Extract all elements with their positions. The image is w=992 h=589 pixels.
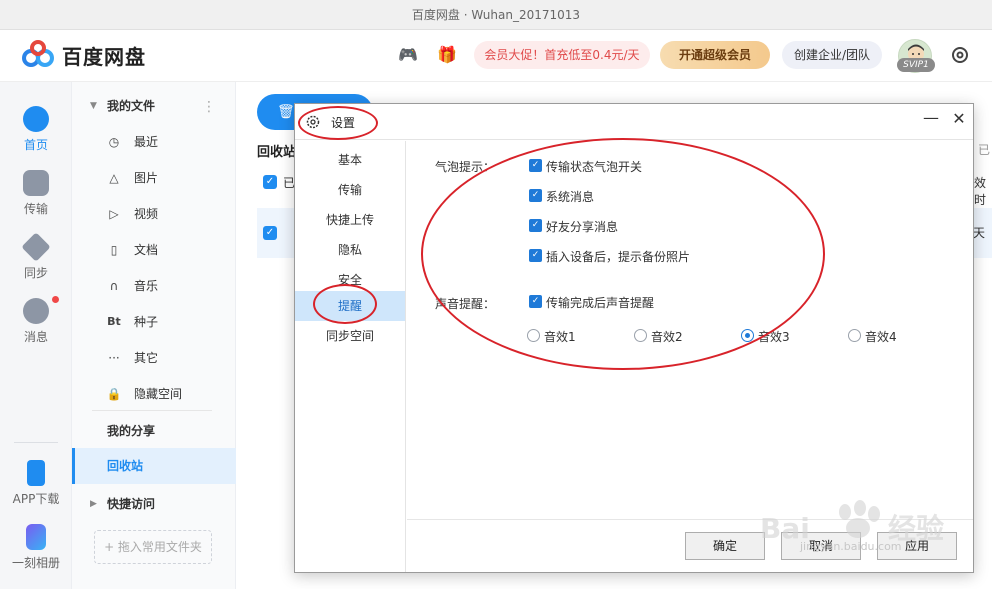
headphone-icon: ∩ [109, 279, 119, 293]
tree-item-hidden-space[interactable]: 🔒 隐藏空间 [72, 376, 236, 412]
open-svip-button[interactable]: 开通超级会员 [660, 41, 770, 69]
recycle-heading: 回收站 [257, 145, 297, 160]
tree-item-music[interactable]: ∩ 音乐 [72, 268, 236, 304]
clock-icon: ◷ [108, 135, 120, 149]
window-title: 百度网盘 · Wuhan_20171013 [0, 0, 992, 30]
row-days: 天 [973, 226, 986, 240]
nav-divider [14, 442, 58, 443]
nav-sync[interactable]: 同步 [0, 228, 72, 284]
radio-sound-4[interactable] [848, 329, 861, 342]
settings-nav: 基本 传输 快捷上传 隐私 安全 提醒 同步空间 [295, 141, 406, 572]
tree-item-torrent[interactable]: Bt 种子 [72, 304, 236, 340]
annotation-ring-reminder [313, 284, 377, 324]
baidu-netdisk-logo [22, 40, 54, 67]
gift-icon[interactable]: 🎁 [437, 45, 457, 65]
tree-my-files[interactable]: ▼ 我的文件 ⋮ [72, 88, 236, 124]
album-icon [26, 524, 46, 550]
settings-tab-quick-upload[interactable]: 快捷上传 [295, 205, 405, 235]
create-team-button[interactable]: 创建企业/团队 [782, 41, 882, 69]
tree-recycle-bin[interactable]: 回收站 [72, 448, 236, 484]
tree-item-docs[interactable]: ▯ 文档 [72, 232, 236, 268]
nav-app-download[interactable]: APP下载 [0, 454, 72, 510]
trash-icon: 🗑 [277, 104, 295, 120]
tree-item-videos[interactable]: ▷ 视频 [72, 196, 236, 232]
tree-item-recent[interactable]: ◷ 最近 [72, 124, 236, 160]
left-nav: 首页 传输 同步 消息 APP下载 一刻相册 [0, 82, 72, 589]
transfer-icon [23, 170, 49, 196]
lock-icon: 🔒 [106, 387, 122, 401]
nav-album[interactable]: 一刻相册 [0, 518, 72, 574]
annotation-ring-title [298, 106, 378, 140]
baidu-watermark: Bai 经验 [760, 500, 944, 545]
settings-tab-sync-space[interactable]: 同步空间 [295, 321, 405, 351]
nav-transfer[interactable]: 传输 [0, 164, 72, 220]
settings-tab-privacy[interactable]: 隐私 [295, 235, 405, 265]
sync-icon [21, 232, 51, 262]
more-icon: ··· [108, 351, 120, 365]
cloud-icon [23, 106, 49, 132]
folder-tree: ▼ 我的文件 ⋮ ◷ 最近 △ 图片 ▷ 视频 ▯ 文档 ∩ 音乐 Bt 种子 … [72, 82, 236, 589]
nav-message[interactable]: 消息 [0, 292, 72, 348]
image-icon: △ [109, 171, 119, 185]
tree-divider [92, 410, 212, 411]
active-indicator [72, 448, 75, 484]
sound-4-label: 音效4 [865, 330, 897, 344]
tree-quick-access[interactable]: ▶ 快捷访问 [72, 486, 236, 522]
annotation-ring-options [421, 138, 825, 370]
watermark-url: jingyan.baidu.com [800, 540, 902, 553]
add-favorite-folder[interactable]: + 拖入常用文件夹 [94, 530, 212, 564]
bt-icon: Bt [107, 315, 121, 328]
caret-down-icon: ▼ [90, 101, 97, 111]
right-partial-top: 已 [978, 143, 991, 157]
caret-right-icon: ▶ [90, 499, 97, 509]
right-partial-header: 效时 [974, 176, 987, 207]
promo-banner[interactable]: 会员大促！首充低至0.4元/天 [474, 41, 650, 69]
tree-item-images[interactable]: △ 图片 [72, 160, 236, 196]
minimize-icon[interactable]: — [919, 108, 943, 132]
unread-dot [52, 296, 59, 303]
nav-home[interactable]: 首页 [0, 100, 72, 156]
row-checkbox[interactable]: ✓ [263, 226, 277, 240]
select-all-checkbox[interactable]: ✓ [263, 175, 277, 189]
play-icon: ▷ [109, 207, 119, 221]
gear-icon[interactable] [949, 44, 971, 66]
settings-tab-basic[interactable]: 基本 [295, 145, 405, 175]
ok-button[interactable]: 确定 [685, 532, 765, 560]
close-icon[interactable]: ✕ [947, 108, 971, 132]
more-vertical-icon[interactable]: ⋮ [202, 100, 216, 114]
tree-my-share[interactable]: 我的分享 [72, 413, 236, 449]
svip-badge: SVIP1 [897, 58, 935, 72]
dialog-titlebar: 设置 — ✕ [295, 104, 973, 140]
app-header: 百度网盘 🎮 🎁 会员大促！首充低至0.4元/天 开通超级会员 创建企业/团队 … [0, 30, 992, 82]
tree-item-other[interactable]: ··· 其它 [72, 340, 236, 376]
phone-icon [27, 460, 45, 486]
message-icon [23, 298, 49, 324]
doc-icon: ▯ [110, 243, 118, 257]
brand-name: 百度网盘 [62, 45, 146, 69]
settings-tab-transfer[interactable]: 传输 [295, 175, 405, 205]
game-icon[interactable]: 🎮 [398, 45, 418, 65]
